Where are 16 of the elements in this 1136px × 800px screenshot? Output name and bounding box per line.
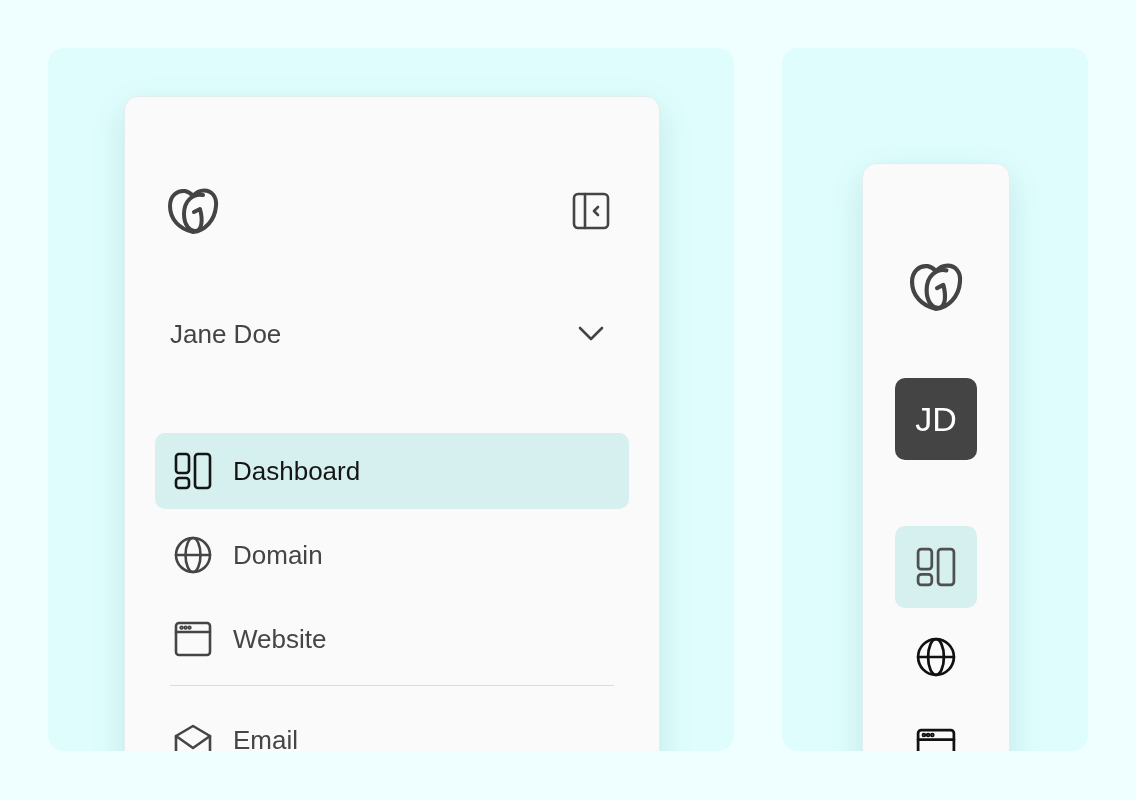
- globe-icon: [174, 536, 212, 574]
- nav-item[interactable]: Email: [155, 702, 629, 751]
- nav-item[interactable]: Website: [155, 601, 629, 677]
- nav-item[interactable]: Dashboard: [155, 433, 629, 509]
- nav-item[interactable]: Domain: [155, 517, 629, 593]
- layout-icon: [174, 452, 212, 490]
- layout-icon: [916, 547, 956, 587]
- globe-icon: [916, 637, 956, 677]
- account-dropdown[interactable]: Jane Doe: [155, 314, 629, 354]
- heart-logo-icon: [908, 262, 964, 312]
- panel-collapse-icon[interactable]: [572, 192, 610, 230]
- heart-logo-icon: [167, 187, 219, 235]
- avatar[interactable]: JD: [895, 378, 977, 460]
- browser-window-icon: [174, 620, 212, 658]
- nav-button[interactable]: [895, 526, 977, 608]
- chevron-down-icon: [578, 326, 604, 342]
